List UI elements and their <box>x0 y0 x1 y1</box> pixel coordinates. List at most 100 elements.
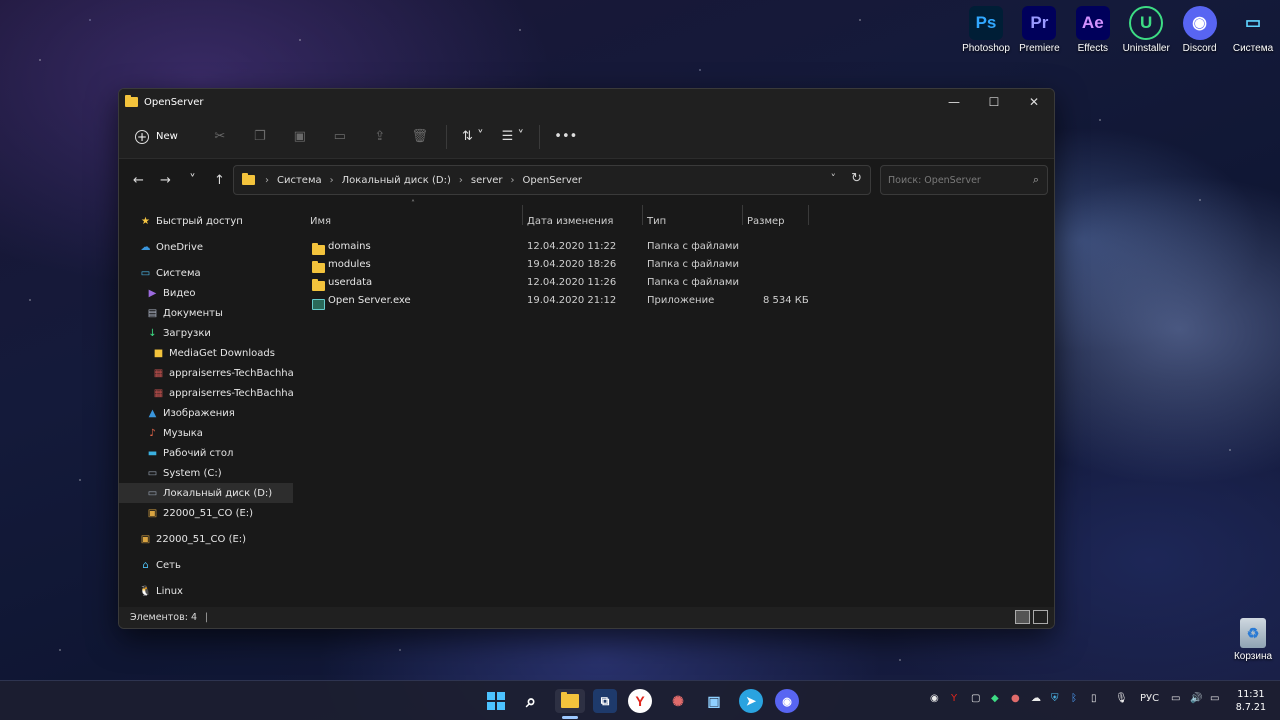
more-button[interactable]: ••• <box>546 122 586 152</box>
taskbar-yandex-browser[interactable]: Y <box>628 689 652 713</box>
sidebar-item[interactable]: ▭ Система <box>119 263 293 283</box>
cloud-off-icon[interactable]: ☁ <box>1031 693 1041 704</box>
sidebar-item[interactable]: ★ Быстрый доступ <box>119 211 293 231</box>
sidebar-item[interactable]: ▶ Видео <box>119 283 293 303</box>
close-button[interactable]: ✕ <box>1014 89 1054 115</box>
sidebar-item[interactable]: ⌂ Сеть <box>119 555 293 575</box>
file-row[interactable]: Open Server.exe 19.04.2020 21:12 Приложени… <box>308 292 828 310</box>
start-button[interactable] <box>484 689 508 713</box>
antivirus-tray-icon[interactable]: ● <box>1011 693 1020 704</box>
delete-button[interactable]: 🗑 <box>400 122 440 152</box>
view-list-icon: ☰ ˅ <box>501 129 524 144</box>
discord-tray-icon[interactable]: ◉ <box>930 693 939 704</box>
column-divider[interactable] <box>808 205 809 225</box>
breadcrumb-item[interactable]: OpenServer <box>523 175 583 186</box>
sidebar-item[interactable]: ▣ 22000_51_CO (E:) <box>119 529 293 549</box>
breadcrumb-item[interactable]: Система <box>277 175 322 186</box>
refresh-icon[interactable]: ↻ <box>851 171 862 186</box>
desktop-shortcut[interactable]: Ae Effects <box>1066 0 1120 54</box>
taskbar-telegram[interactable]: ➤ <box>739 689 763 713</box>
sort-button[interactable]: ⇅ ˅ <box>453 122 493 152</box>
sidebar-item[interactable]: ▲ Изображения <box>119 403 293 423</box>
clock[interactable]: 11:31 8.7.21 <box>1236 688 1266 714</box>
file-row[interactable]: userdata 12.04.2020 11:26 Папка с файлами <box>308 274 828 292</box>
tiles-view-button[interactable] <box>1033 610 1048 624</box>
app-icon: U <box>1129 6 1164 40</box>
yandex-icon: Y <box>635 693 645 709</box>
file-row[interactable]: domains 12.04.2020 11:22 Папка с файлами <box>308 238 828 256</box>
sidebar-item[interactable]: ▭ System (C:) <box>119 463 293 483</box>
sidebar-item[interactable]: ■ MediaGet Downloads <box>119 343 293 363</box>
usb-icon[interactable]: ▯ <box>1091 693 1097 704</box>
forward-button[interactable]: → <box>152 166 179 194</box>
sidebar-item[interactable]: ▦ appraiserres-TechBachhal (1 <box>119 363 293 383</box>
file-list: ˄ Имя Дата изменения Тип Размер domains 1… <box>294 199 1054 609</box>
volume-icon[interactable]: 🔊 <box>1190 693 1202 704</box>
sidebar-item[interactable]: ☁ OneDrive <box>119 237 293 257</box>
network-icon[interactable]: ▭ <box>1171 693 1180 704</box>
search-input[interactable] <box>881 166 1021 194</box>
column-divider[interactable] <box>642 205 643 225</box>
defender-tray-icon[interactable]: ⛨ <box>1051 693 1059 704</box>
address-dropdown-icon[interactable]: ˅ <box>831 172 837 185</box>
search-icon[interactable]: ⌕ <box>1033 173 1039 187</box>
search-button[interactable]: ⌕ <box>519 689 543 713</box>
sidebar-item[interactable]: 🐧 Linux <box>119 581 293 601</box>
column-header-size[interactable]: Размер <box>747 209 785 233</box>
maximize-button[interactable]: ☐ <box>974 89 1014 115</box>
clipboard-icon: ▣ <box>293 129 306 144</box>
desktop-shortcut[interactable]: Pr Premiere <box>1012 0 1066 54</box>
details-view-button[interactable] <box>1015 610 1030 624</box>
column-divider[interactable] <box>742 205 743 225</box>
yandex-tray-icon[interactable]: Y <box>951 693 957 704</box>
share-button[interactable]: ⇪ <box>360 122 400 152</box>
file-date: 19.04.2020 18:26 <box>527 259 617 270</box>
battery-icon[interactable]: ▭ <box>1210 693 1219 704</box>
column-header-name[interactable]: Имя <box>310 209 331 233</box>
tray-app-icon[interactable]: ▢ <box>971 693 980 704</box>
taskbar-remote-desktop[interactable]: ⧉ <box>593 689 617 713</box>
taskbar-file-explorer[interactable] <box>555 689 585 713</box>
sidebar-item[interactable]: ♪ Музыка <box>119 423 293 443</box>
cut-button[interactable]: ✂ <box>200 122 240 152</box>
sidebar-item[interactable]: ▭ Локальный диск (D:) <box>119 483 293 503</box>
desktop-shortcut[interactable]: Ps Photoshop <box>959 0 1013 54</box>
rename-button[interactable]: ▭ <box>320 122 360 152</box>
sidebar-item[interactable]: ▣ 22000_51_CO (E:) <box>119 503 293 523</box>
title-bar[interactable]: OpenServer — ☐ ✕ <box>119 89 1054 115</box>
recent-locations-button[interactable]: ˅ <box>179 166 206 194</box>
view-button[interactable]: ☰ ˅ <box>493 122 533 152</box>
microphone-icon[interactable]: 🎙 <box>1115 693 1128 704</box>
file-row[interactable]: modules 19.04.2020 18:26 Папка с файлами <box>308 256 828 274</box>
back-button[interactable]: ← <box>125 166 152 194</box>
recycle-bin-icon: ♻ <box>1240 618 1266 648</box>
sidebar-item[interactable]: ▬ Рабочий стол <box>119 443 293 463</box>
sidebar-item[interactable]: ↓ Загрузки <box>119 323 293 343</box>
bluetooth-icon[interactable]: ᛒ <box>1071 693 1077 704</box>
taskbar-discord[interactable]: ◉ <box>775 689 799 713</box>
file-name: modules <box>328 259 371 270</box>
copy-button[interactable]: ❐ <box>240 122 280 152</box>
disc-icon: ▣ <box>147 507 158 519</box>
address-bar[interactable]: › Система › Локальный диск (D:) › server… <box>233 165 871 195</box>
taskbar-photos[interactable]: ▣ <box>702 689 726 713</box>
paste-button[interactable]: ▣ <box>280 122 320 152</box>
desktop-shortcut[interactable]: ◉ Discord <box>1173 0 1227 54</box>
recycle-bin-shortcut[interactable]: ♻ Корзина <box>1226 612 1280 662</box>
desktop-shortcut[interactable]: U Uninstaller <box>1119 0 1173 54</box>
vpn-tray-icon[interactable]: ◆ <box>991 693 999 704</box>
breadcrumb-item[interactable]: Локальный диск (D:) <box>342 175 451 186</box>
taskbar-app[interactable]: ✺ <box>666 689 690 713</box>
desktop-shortcut[interactable]: ▭ Система <box>1226 0 1280 54</box>
sidebar-item[interactable]: ▦ appraiserres-TechBachhal.zip <box>119 383 293 403</box>
column-header-date[interactable]: Дата изменения <box>527 209 613 233</box>
column-header-type[interactable]: Тип <box>647 209 666 233</box>
up-button[interactable]: ↑ <box>206 166 233 194</box>
sidebar-item[interactable]: ▤ Документы <box>119 303 293 323</box>
language-indicator[interactable]: РУС <box>1140 693 1159 704</box>
sidebar-item-label: Изображения <box>163 407 235 419</box>
breadcrumb-item[interactable]: server <box>471 175 503 186</box>
minimize-button[interactable]: — <box>934 89 974 115</box>
column-divider[interactable] <box>522 205 523 225</box>
new-button[interactable]: + New <box>135 129 178 144</box>
